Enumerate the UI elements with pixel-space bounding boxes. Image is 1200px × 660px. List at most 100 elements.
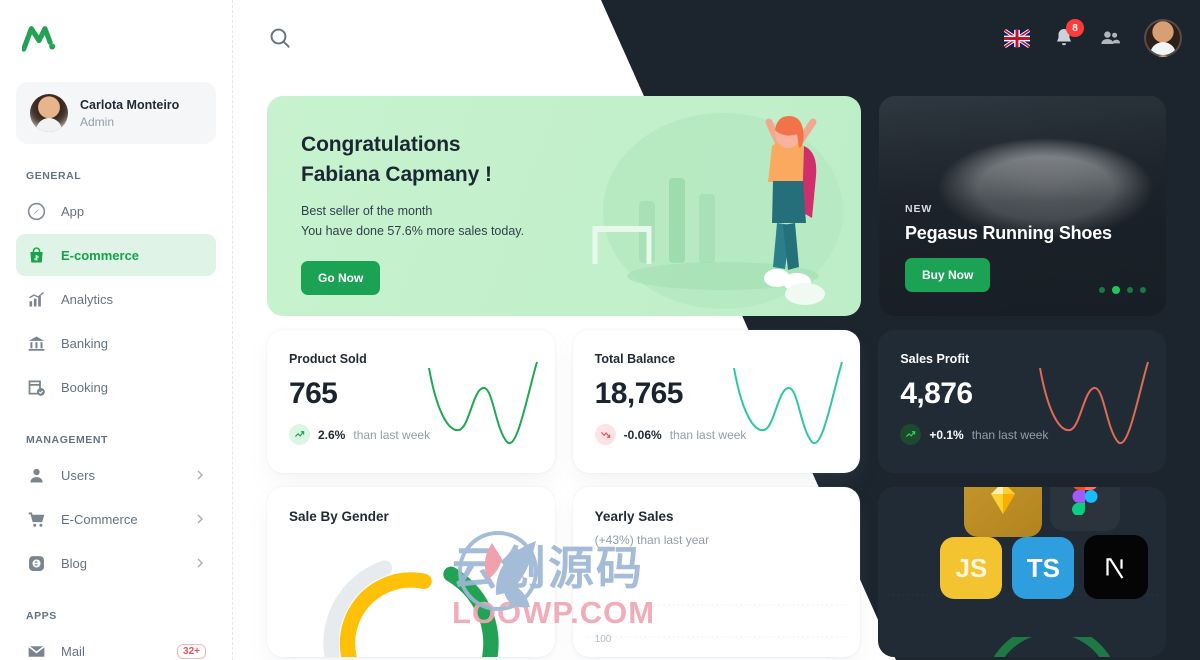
celebration-illustration — [592, 113, 843, 309]
sidebar-item-label: Blog — [61, 555, 88, 571]
stat-delta: +0.1% — [929, 427, 964, 442]
cart-icon — [28, 512, 45, 527]
sidebar-item-users[interactable]: Users — [16, 454, 216, 496]
profile-role: Admin — [80, 114, 115, 129]
sparkline-chart — [427, 361, 538, 445]
sidebar-item-label: E-commerce — [61, 247, 140, 263]
chevron-right-icon — [197, 558, 203, 568]
sidebar-item-blog[interactable]: Blog — [16, 542, 216, 584]
blog-icon — [29, 555, 44, 571]
sketch-icon[interactable] — [964, 487, 1043, 537]
language-flag-icon[interactable] — [1004, 28, 1030, 48]
trend-up-icon — [900, 424, 922, 445]
nextjs-logo-icon — [1106, 558, 1124, 579]
js-label: JS — [955, 552, 988, 583]
chevron-right-icon — [197, 514, 203, 524]
sidebar-item-label: Mail — [61, 643, 85, 659]
sidebar-item-app[interactable]: App — [16, 190, 216, 232]
brand-logo[interactable] — [16, 0, 216, 76]
ts-label: TS — [1026, 552, 1060, 583]
avatar — [30, 94, 68, 132]
nav-group-general-title: GENERAL — [26, 170, 82, 182]
sidebar-item-banking[interactable]: Banking — [16, 322, 216, 364]
sketch-gem-icon — [991, 487, 1016, 514]
widget-subtitle: (+43%) than last year — [594, 533, 710, 547]
figma-icon[interactable] — [1050, 487, 1121, 531]
analytics-icon — [29, 291, 44, 306]
header-actions: 8 — [1004, 19, 1182, 57]
mail-icon — [28, 645, 45, 657]
trend-up-icon — [289, 424, 310, 445]
sidebar-item-label: Banking — [61, 335, 108, 351]
sidebar-profile-card[interactable]: Carlota Monteiro Admin — [16, 82, 216, 144]
sidebar: Carlota Monteiro Admin GENERAL App E-com… — [0, 0, 233, 660]
status-badge: 32+ — [177, 643, 206, 659]
user-icon — [30, 468, 43, 482]
sidebar-item-analytics[interactable]: Analytics — [16, 278, 216, 320]
sidebar-item-label: Users — [61, 467, 95, 483]
gender-donut-chart — [323, 555, 499, 657]
main-content: 8 Congratulations Fabiana Capmany ! Best — [233, 0, 1200, 660]
sidebar-item-e-commerce[interactable]: E-commerce — [16, 234, 216, 276]
figma-logo-icon — [1072, 487, 1098, 515]
chart-axis-label: 100 — [594, 634, 612, 645]
carousel-dots[interactable] — [1099, 286, 1146, 294]
dashboard-icon — [27, 202, 46, 220]
top-header: 8 — [233, 0, 1200, 76]
user-avatar[interactable] — [1144, 19, 1182, 57]
go-now-button[interactable]: Go Now — [301, 261, 381, 296]
widgets-row: Sale By Gender Yearly Sales (+43%) than … — [267, 487, 1167, 657]
widget-title: Sale By Gender — [289, 509, 389, 524]
nav-group-management-title: MANAGEMENT — [26, 434, 108, 446]
trend-down-icon — [594, 424, 616, 445]
typescript-icon[interactable]: TS — [1012, 537, 1075, 599]
chevron-right-icon — [197, 470, 203, 480]
javascript-icon[interactable]: JS — [940, 537, 1003, 599]
stat-delta-text: than last week — [971, 427, 1049, 442]
minimal-logo-icon — [22, 26, 56, 52]
stat-card-sales-profit: Sales Profit 4,876 +0.1% than last week — [878, 330, 1167, 473]
yearly-sales-chart — [586, 604, 847, 638]
notifications-button[interactable]: 8 — [1052, 19, 1084, 50]
dashboard-app: Carlota Monteiro Admin GENERAL App E-com… — [0, 0, 1200, 660]
widget-tech-stack: ne E> — [878, 487, 1167, 657]
nextjs-icon[interactable] — [1084, 535, 1149, 599]
sidebar-item-booking[interactable]: Booking — [16, 366, 216, 408]
shopping-bag-icon — [30, 246, 43, 262]
bank-icon — [28, 336, 45, 351]
sparkline-chart — [1039, 361, 1149, 445]
sidebar-item-label: Analytics — [61, 291, 114, 307]
sidebar-item-label: App — [61, 203, 85, 219]
hero-row: Congratulations Fabiana Capmany ! Best s… — [267, 96, 1166, 316]
stat-delta-text: than last week — [353, 427, 431, 442]
carousel-dot[interactable] — [1127, 287, 1133, 293]
contacts-icon[interactable] — [1098, 26, 1122, 50]
carousel-dot-active[interactable] — [1112, 286, 1120, 294]
stat-delta: -0.06% — [623, 427, 662, 442]
carousel-dot[interactable] — [1140, 287, 1146, 293]
tech-stack-icons: JS TS — [940, 487, 1166, 657]
sidebar-item-mail[interactable]: Mail 32+ — [16, 630, 216, 660]
widget-sale-by-gender: Sale By Gender — [267, 487, 555, 657]
content-area: Congratulations Fabiana Capmany ! Best s… — [233, 76, 1200, 660]
promo-title: Pegasus Running Shoes — [905, 223, 1112, 243]
stat-card-total-balance: Total Balance 18,765 -0.06% than last we… — [572, 330, 861, 473]
notification-count-badge: 8 — [1066, 19, 1084, 37]
widget-yearly-sales: Yearly Sales (+43%) than last year 100 — [572, 487, 861, 657]
promo-tag: NEW — [905, 203, 933, 215]
product-promo-card[interactable]: NEW Pegasus Running Shoes Buy Now — [879, 96, 1166, 316]
congratulations-banner: Congratulations Fabiana Capmany ! Best s… — [267, 96, 861, 316]
stat-delta: 2.6% — [318, 427, 346, 442]
stat-card-product-sold: Product Sold 765 2.6% than last week — [267, 330, 555, 473]
stats-row: Product Sold 765 2.6% than last week Tot… — [267, 330, 1167, 473]
sidebar-item-label: Booking — [61, 379, 108, 395]
search-icon[interactable] — [267, 25, 293, 51]
nav-group-apps-title: APPS — [26, 610, 57, 622]
widget-title: Yearly Sales — [594, 509, 674, 524]
sidebar-item-management-ecommerce[interactable]: E-Commerce — [16, 498, 216, 540]
sidebar-item-label: E-Commerce — [61, 511, 138, 527]
carousel-dot[interactable] — [1099, 287, 1105, 293]
buy-now-button[interactable]: Buy Now — [905, 258, 991, 292]
profile-name: Carlota Monteiro — [80, 97, 180, 112]
calendar-check-icon — [28, 380, 45, 396]
